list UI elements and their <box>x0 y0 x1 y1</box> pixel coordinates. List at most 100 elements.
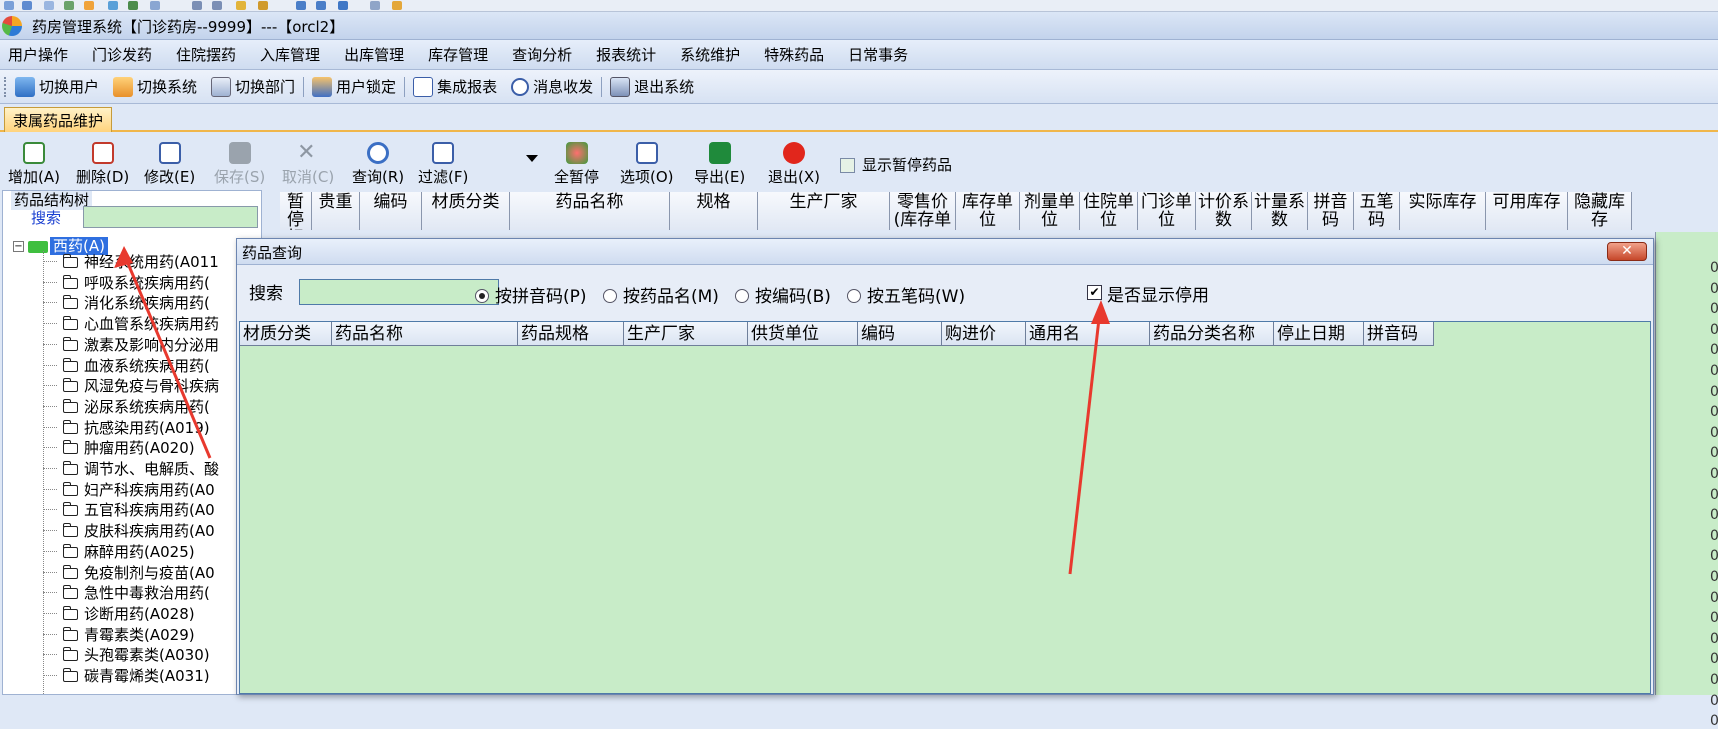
quick-icon[interactable] <box>150 1 160 10</box>
menu-special-drugs[interactable]: 特殊药品 <box>764 44 824 65</box>
grid-cell[interactable]: 0 <box>1710 384 1718 400</box>
grid-cell[interactable]: 0 <box>1710 507 1718 523</box>
options-button[interactable]: 选项(O) <box>620 142 674 187</box>
menu-reports[interactable]: 报表统计 <box>596 44 656 65</box>
tree-item[interactable]: 泌尿系统疾病用药( <box>43 396 210 417</box>
menu-inpatient-dispense[interactable]: 住院摆药 <box>176 44 236 65</box>
grid-cell[interactable]: 0 <box>1710 548 1718 564</box>
filter-dropdown-button[interactable] <box>526 148 538 166</box>
tree-item[interactable]: 消化系统疾病用药( <box>43 292 210 313</box>
dialog-column-header[interactable]: 药品规格 <box>518 322 624 346</box>
quick-icon[interactable] <box>236 1 246 10</box>
tab-subordinate-drug-maintenance[interactable]: 隶属药品维护 <box>4 107 113 133</box>
tree-item[interactable]: 五官科疾病用药(A0 <box>43 499 215 520</box>
quick-icon[interactable] <box>22 1 32 10</box>
grid-column-header[interactable]: 规格 <box>670 192 758 230</box>
grid-cell[interactable]: 0 <box>1710 425 1718 441</box>
menu-stock-in[interactable]: 入库管理 <box>260 44 320 65</box>
edit-button[interactable]: 修改(E) <box>144 142 195 187</box>
tree-item[interactable]: 麻醉用药(A025) <box>43 541 195 562</box>
delete-button[interactable]: 删除(D) <box>76 142 129 187</box>
tree-item[interactable]: 呼吸系统疾病用药( <box>43 272 210 293</box>
grid-column-header[interactable]: 零售价(库存单 <box>890 192 956 230</box>
switch-user-button[interactable]: 切换用户 <box>15 76 99 97</box>
tree-item[interactable]: 急性中毒救治用药( <box>43 582 210 603</box>
grid-cell[interactable]: 0 <box>1710 672 1718 688</box>
toolbar-grip[interactable] <box>4 76 7 97</box>
grid-cell[interactable]: 0 <box>1710 301 1718 317</box>
quick-icon[interactable] <box>192 1 202 10</box>
dialog-title-bar[interactable]: 药品查询 ✕ <box>237 239 1653 265</box>
quick-icon[interactable] <box>44 1 54 10</box>
tree-item[interactable]: 抗感染用药(A019) <box>43 417 210 438</box>
pause-all-button[interactable]: 全暂停 <box>554 142 599 187</box>
grid-column-header[interactable]: 拼音码 <box>1308 192 1354 230</box>
dialog-column-header[interactable]: 编码 <box>858 322 942 346</box>
grid-column-header[interactable]: 门诊单位 <box>1138 192 1196 230</box>
grid-cell[interactable]: 0 <box>1710 260 1718 276</box>
cancel-button[interactable]: ✕ 取消(C) <box>282 142 334 187</box>
user-lock-button[interactable]: 用户锁定 <box>312 76 396 97</box>
tree-item[interactable]: 风湿免疫与骨科疾病 <box>42 375 219 396</box>
grid-cell[interactable]: 0 <box>1710 631 1718 647</box>
grid-column-header[interactable]: 暂停标志 <box>280 192 312 230</box>
grid-column-header[interactable]: 计量系数 <box>1252 192 1308 230</box>
grid-cell[interactable]: 0 <box>1710 342 1718 358</box>
tree-item[interactable]: 青霉素类(A029) <box>43 624 195 645</box>
switch-dept-button[interactable]: 切换部门 <box>211 76 295 97</box>
grid-column-header[interactable]: 库存单位 <box>956 192 1020 230</box>
grid-column-header[interactable]: 隐藏库存 <box>1568 192 1632 230</box>
tree-item[interactable]: 血液系统疾病用药( <box>43 355 210 376</box>
query-button[interactable]: 查询(R) <box>352 142 404 187</box>
grid-column-header[interactable]: 生产厂家 <box>758 192 890 230</box>
tree-item[interactable]: 碳青霉烯类(A031) <box>43 665 210 686</box>
menu-daily-affairs[interactable]: 日常事务 <box>848 44 908 65</box>
tree-item[interactable]: 神经系统用药(A011 <box>43 251 219 272</box>
grid-cell[interactable]: 0 <box>1710 445 1718 461</box>
grid-cell[interactable]: 0 <box>1710 281 1718 297</box>
export-button[interactable]: 导出(E) <box>694 142 745 187</box>
quick-icon[interactable] <box>338 1 348 10</box>
grid-column-header[interactable]: 剂量单位 <box>1020 192 1080 230</box>
filter-button[interactable]: 过滤(F) <box>418 142 468 187</box>
tree-item[interactable]: 肿瘤用药(A020) <box>43 437 195 458</box>
dialog-search-input[interactable] <box>299 279 499 305</box>
tree-item[interactable]: 免疫制剂与疫苗(A0 <box>43 562 215 583</box>
grid-cell[interactable]: 0 <box>1710 487 1718 503</box>
menu-user-ops[interactable]: 用户操作 <box>8 44 68 65</box>
grid-column-header[interactable]: 五笔码 <box>1354 192 1400 230</box>
radio-by-wubi[interactable]: 按五笔码(W) <box>847 282 965 307</box>
grid-cell[interactable]: 0 <box>1710 466 1718 482</box>
radio-by-code[interactable]: 按编码(B) <box>735 282 831 307</box>
grid-cell[interactable]: 0 <box>1710 610 1718 626</box>
dialog-column-header[interactable]: 停止日期 <box>1274 322 1364 346</box>
menu-query-analysis[interactable]: 查询分析 <box>512 44 572 65</box>
quick-icon[interactable] <box>316 1 326 10</box>
quick-icon[interactable] <box>84 1 94 10</box>
dialog-column-header[interactable]: 材质分类 <box>240 322 332 346</box>
dialog-close-button[interactable]: ✕ <box>1607 242 1647 261</box>
tree-item[interactable]: 诊断用药(A028) <box>43 603 195 624</box>
grid-cell[interactable]: 0 <box>1710 713 1718 729</box>
grid-cell[interactable]: 0 <box>1710 651 1718 667</box>
dialog-column-header[interactable]: 通用名 <box>1026 322 1150 346</box>
exit-system-button[interactable]: 退出系统 <box>610 76 694 97</box>
switch-system-button[interactable]: 切换系统 <box>113 76 197 97</box>
tree-item[interactable]: 调节水、电解质、酸 <box>42 458 219 479</box>
dialog-result-grid[interactable]: 材质分类 药品名称 药品规格 生产厂家 供货单位 编码 购进价 通用名 药品分类名称 停止日期 拼音… <box>239 321 1651 694</box>
tree-search-input[interactable] <box>83 206 258 228</box>
radio-by-drug-name[interactable]: 按药品名(M) <box>603 282 719 307</box>
dialog-column-header[interactable]: 生产厂家 <box>624 322 748 346</box>
add-button[interactable]: 增加(A) <box>8 142 60 187</box>
radio-by-pinyin[interactable]: 按拼音码(P) <box>475 282 587 307</box>
menu-system-maintenance[interactable]: 系统维护 <box>680 44 740 65</box>
grid-cell[interactable]: 0 <box>1710 569 1718 585</box>
grid-cell[interactable]: 0 <box>1710 363 1718 379</box>
integrated-report-button[interactable]: 集成报表 <box>413 76 497 97</box>
grid-column-header[interactable]: 住院单位 <box>1080 192 1138 230</box>
grid-cell[interactable]: 0 <box>1710 322 1718 338</box>
quick-icon[interactable] <box>4 1 14 10</box>
grid-column-header[interactable]: 计价系数 <box>1196 192 1252 230</box>
grid-cell[interactable]: 0 <box>1710 528 1718 544</box>
dialog-column-header[interactable]: 药品名称 <box>332 322 518 346</box>
